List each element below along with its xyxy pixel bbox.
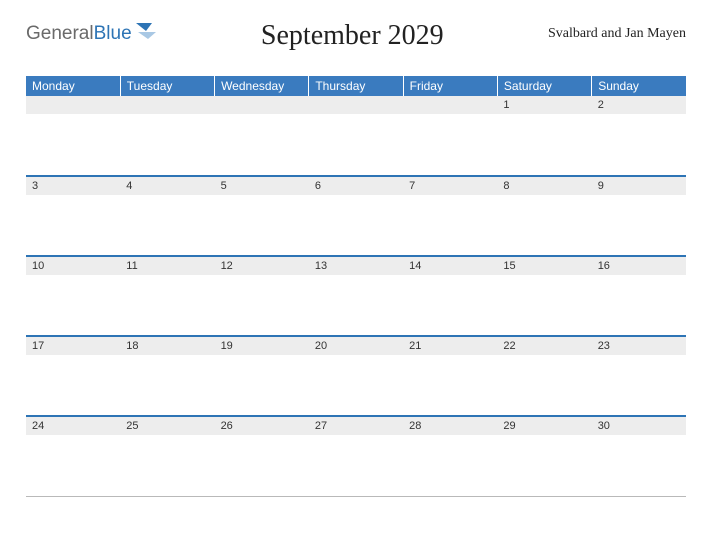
header: GeneralBlue September 2029 Svalbard and … [26,20,686,70]
day-number: 21 [403,337,497,355]
day-number: 2 [592,96,686,114]
day-number: 29 [497,417,591,435]
day-cell: 12 [215,256,309,336]
brand-logo: GeneralBlue [26,20,157,46]
day-cell: 18 [120,336,214,416]
day-number: 8 [497,177,591,195]
day-cell [120,96,214,176]
day-cell: 25 [120,416,214,496]
weekday-header: Saturday [497,76,591,96]
day-cell: 16 [592,256,686,336]
brand-part2: Blue [94,23,132,45]
weekday-header: Thursday [309,76,403,96]
day-number: 5 [215,177,309,195]
week-row: 24 25 26 27 28 29 30 [26,416,686,496]
day-number: 19 [215,337,309,355]
day-cell: 1 [497,96,591,176]
weekday-header: Monday [26,76,120,96]
day-cell: 2 [592,96,686,176]
day-cell: 11 [120,256,214,336]
day-number: 28 [403,417,497,435]
day-number: 27 [309,417,403,435]
day-number: 18 [120,337,214,355]
weekday-header: Wednesday [215,76,309,96]
day-cell: 6 [309,176,403,256]
week-row: 17 18 19 20 21 22 23 [26,336,686,416]
day-cell: 10 [26,256,120,336]
day-number: 3 [26,177,120,195]
weekday-header: Sunday [592,76,686,96]
day-number: 22 [497,337,591,355]
day-number: 15 [497,257,591,275]
day-cell [403,96,497,176]
day-number: 9 [592,177,686,195]
day-cell: 29 [497,416,591,496]
day-number: 11 [120,257,214,275]
day-cell [215,96,309,176]
week-row: 1 2 [26,96,686,176]
day-number: 6 [309,177,403,195]
day-cell: 7 [403,176,497,256]
page-title: September 2029 [157,20,548,52]
day-cell: 21 [403,336,497,416]
day-cell: 30 [592,416,686,496]
day-cell: 14 [403,256,497,336]
day-cell: 8 [497,176,591,256]
day-number: 23 [592,337,686,355]
day-cell: 20 [309,336,403,416]
day-number: 20 [309,337,403,355]
week-row: 3 4 5 6 7 8 9 [26,176,686,256]
day-cell [309,96,403,176]
day-cell: 9 [592,176,686,256]
day-number [403,96,497,114]
week-row: 10 11 12 13 14 15 16 [26,256,686,336]
day-cell: 4 [120,176,214,256]
day-cell: 28 [403,416,497,496]
day-cell: 5 [215,176,309,256]
day-number: 1 [497,96,591,114]
day-cell: 17 [26,336,120,416]
day-cell: 27 [309,416,403,496]
brand-part1: General [26,23,94,45]
day-number: 4 [120,177,214,195]
calendar-grid: Monday Tuesday Wednesday Thursday Friday… [26,76,686,497]
day-cell: 22 [497,336,591,416]
day-number [215,96,309,114]
day-cell: 19 [215,336,309,416]
day-cell: 26 [215,416,309,496]
day-cell: 23 [592,336,686,416]
day-number: 16 [592,257,686,275]
weekday-header: Tuesday [120,76,214,96]
day-number: 25 [120,417,214,435]
calendar-body: 1 2 3 4 5 6 7 8 9 10 11 12 13 14 15 16 1… [26,96,686,496]
day-number: 10 [26,257,120,275]
day-cell: 3 [26,176,120,256]
day-number [309,96,403,114]
day-number [26,96,120,114]
day-number: 14 [403,257,497,275]
weekday-header: Friday [403,76,497,96]
day-cell: 15 [497,256,591,336]
day-number: 24 [26,417,120,435]
day-cell [26,96,120,176]
day-number: 13 [309,257,403,275]
weekday-header-row: Monday Tuesday Wednesday Thursday Friday… [26,76,686,96]
logo-icon [135,22,157,46]
region-label: Svalbard and Jan Mayen [548,20,686,42]
day-number: 7 [403,177,497,195]
day-number: 17 [26,337,120,355]
day-number: 26 [215,417,309,435]
day-number [120,96,214,114]
day-cell: 24 [26,416,120,496]
day-cell: 13 [309,256,403,336]
day-number: 12 [215,257,309,275]
day-number: 30 [592,417,686,435]
